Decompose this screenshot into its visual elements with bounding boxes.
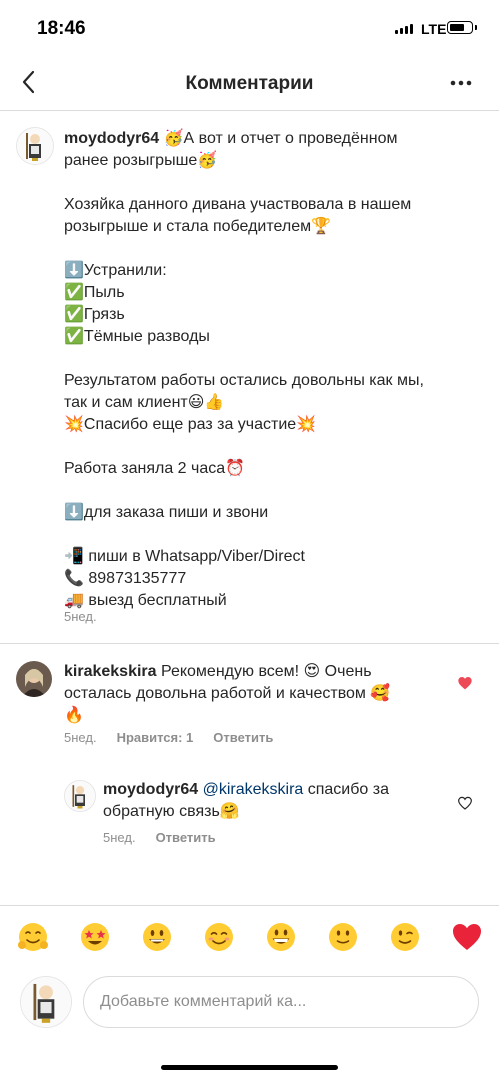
slightly-smiling-emoji-icon[interactable] — [326, 920, 360, 954]
comment-time: 5нед. — [64, 730, 97, 745]
comment-meta: 5нед. Нравится: 1 Ответить — [64, 730, 273, 745]
status-time: 18:46 — [37, 18, 86, 39]
caption-line-1: moydodyr64 🥳А вот и отчет о проведённом — [64, 130, 398, 147]
battery-icon — [447, 21, 477, 34]
network-label: LTE — [421, 21, 447, 37]
caption-line: так и сам клиент😃👍 — [64, 394, 225, 411]
comment-reply-button[interactable]: Ответить — [213, 730, 273, 745]
post-author-avatar[interactable] — [16, 127, 54, 165]
caption-line: розыгрыше и стала победителем🏆 — [64, 218, 332, 235]
smiling-face-emoji-icon[interactable] — [202, 920, 236, 954]
post-meta: 5нед. — [64, 609, 97, 624]
page-title: Комментарии — [185, 73, 314, 94]
star-struck-emoji-icon[interactable] — [78, 920, 112, 954]
reply-mention-link[interactable]: @kirakekskira — [203, 781, 304, 798]
reply-meta: 5нед. Ответить — [103, 830, 216, 845]
home-indicator — [161, 1065, 338, 1070]
comment-likes-count[interactable]: Нравится: 1 — [117, 730, 194, 745]
comment-text: kirakekskira Рекомендую всем! 😍 Очень ос… — [64, 661, 454, 727]
caption-line: ✅Тёмные разводы — [64, 328, 210, 345]
grinning-face-emoji-icon[interactable] — [140, 920, 174, 954]
reply-reply-button[interactable]: Ответить — [156, 830, 216, 845]
caption-line: Результатом работы остались довольны как… — [64, 372, 424, 389]
caption-line: ✅Пыль — [64, 284, 125, 301]
header: Комментарии — [0, 56, 499, 111]
caption-line: 🚚 выезд бесплатный — [64, 592, 227, 609]
caption-line: 📞 89873135777 — [64, 570, 187, 587]
caption-line: Работа заняла 2 часа⏰ — [64, 460, 246, 477]
reply-text: moydodyr64 @kirakekskira спасибо за обра… — [103, 779, 443, 823]
post-username[interactable]: moydodyr64 — [64, 130, 159, 147]
reply-username[interactable]: moydodyr64 — [103, 781, 198, 798]
divider — [0, 643, 499, 644]
winking-face-emoji-icon[interactable] — [388, 920, 422, 954]
caption-line — [64, 348, 484, 370]
caption-line: ⬇️Устранили: — [64, 262, 167, 279]
caption-line — [64, 238, 484, 260]
status-bar: 18:46 LTE — [0, 0, 499, 56]
caption-line — [64, 436, 484, 458]
comment-line: 🔥 — [64, 707, 84, 724]
caption-line: 📲 пиши в Whatsapp/Viber/Direct — [64, 548, 305, 565]
heart-outline-icon[interactable] — [457, 795, 473, 811]
comment-input[interactable] — [83, 976, 479, 1028]
caption-line: Хозяйка данного дивана участвовала в наш… — [64, 196, 412, 213]
caption-line — [64, 172, 484, 194]
caption-line: ⬇️для заказа пиши и звони — [64, 504, 269, 521]
caption-line: ранее розыгрыше🥳 — [64, 152, 218, 169]
caption-line: ✅Грязь — [64, 306, 125, 323]
heart-filled-icon[interactable] — [457, 675, 473, 691]
reply-author-avatar[interactable] — [64, 780, 96, 812]
hugging-face-emoji-icon[interactable] — [16, 920, 50, 954]
commenter-avatar[interactable] — [16, 661, 52, 697]
caption-line — [64, 480, 484, 502]
caption-line: 💥Спасибо еще раз за участие💥 — [64, 416, 317, 433]
caption-line — [64, 524, 484, 546]
reply-line-1: moydodyr64 @kirakekskira спасибо за — [103, 781, 389, 798]
emoji-quick-bar — [0, 905, 499, 972]
more-options-icon[interactable] — [446, 70, 476, 96]
post-caption: moydodyr64 🥳А вот и отчет о проведённом … — [64, 128, 484, 612]
current-user-avatar — [20, 976, 72, 1028]
comment-line: осталась довольна работой и качеством 🥰 — [64, 685, 391, 702]
grinning-teeth-emoji-icon[interactable] — [264, 920, 298, 954]
comment-username[interactable]: kirakekskira — [64, 663, 157, 680]
comment-line-1: kirakekskira Рекомендую всем! 😍 Очень — [64, 663, 372, 680]
signal-icon — [395, 24, 413, 34]
reply-line: обратную связь🤗 — [103, 803, 240, 820]
red-heart-emoji-icon[interactable] — [450, 920, 484, 954]
reply-time: 5нед. — [103, 830, 136, 845]
post-time: 5нед. — [64, 609, 97, 624]
